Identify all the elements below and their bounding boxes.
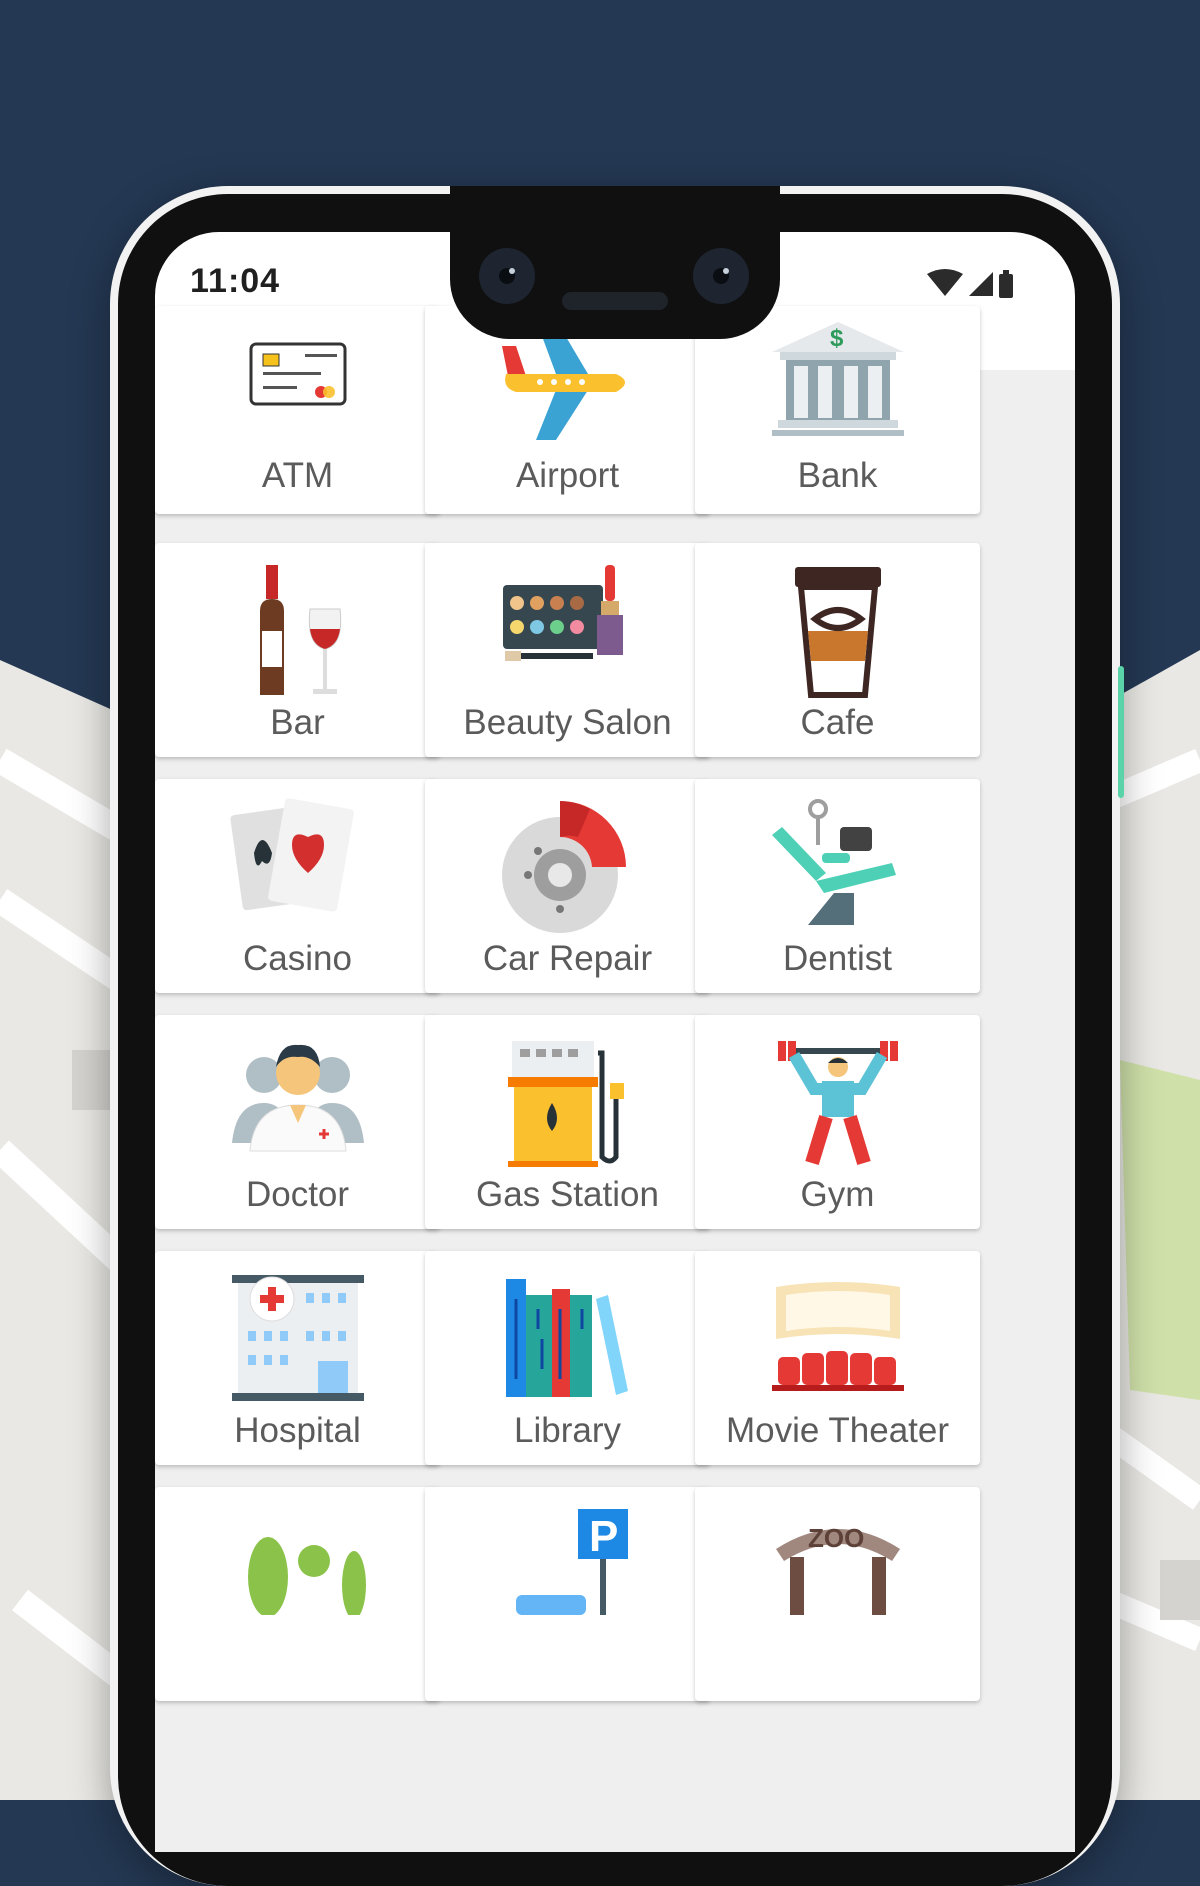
front-sensor-icon	[693, 248, 749, 304]
place-label: Beauty Salon	[463, 703, 672, 742]
doctor-icon	[155, 1033, 440, 1173]
place-label: Gym	[800, 1175, 875, 1214]
dental-chair-icon	[695, 797, 980, 937]
bank-building-icon: $	[695, 316, 980, 456]
books-icon	[425, 1269, 710, 1409]
brake-disc-icon	[425, 797, 710, 937]
place-tile-casino[interactable]: Casino	[155, 779, 440, 993]
place-label: Doctor	[245, 1175, 350, 1214]
place-tile-bar[interactable]: Bar	[155, 543, 440, 757]
phone-screen: ATM Airport $ Bank Bar Beauty Salon Cafe Casino…	[155, 232, 1075, 1852]
front-camera-icon	[479, 248, 535, 304]
place-label: ATM	[261, 456, 334, 495]
place-label: Hospital	[234, 1411, 361, 1450]
parking-sign-icon: P	[425, 1505, 710, 1645]
wine-bottle-glass-icon	[155, 561, 440, 701]
coffee-cup-icon	[695, 561, 980, 701]
place-tile-bank[interactable]: $ Bank	[695, 306, 980, 514]
status-time: 11:04	[190, 262, 281, 300]
zoo-gate-icon: ZOO	[695, 1505, 980, 1645]
place-tile-dentist[interactable]: Dentist	[695, 779, 980, 993]
fuel-pump-icon	[425, 1033, 710, 1173]
battery-icon	[999, 274, 1013, 298]
place-label: Cafe	[800, 703, 875, 742]
hospital-building-icon	[155, 1269, 440, 1409]
place-tile-gas-station[interactable]: Gas Station	[425, 1015, 710, 1229]
place-tile-item-17[interactable]: P	[425, 1487, 710, 1701]
svg-text:$: $	[830, 325, 844, 352]
place-label: Gas Station	[476, 1175, 659, 1214]
place-tile-cafe[interactable]: Cafe	[695, 543, 980, 757]
wifi-icon	[927, 269, 963, 296]
place-tile-gym[interactable]: Gym	[695, 1015, 980, 1229]
place-tile-atm[interactable]: ATM	[155, 306, 440, 514]
place-tile-hospital[interactable]: Hospital	[155, 1251, 440, 1465]
makeup-palette-icon	[425, 561, 710, 701]
place-tile-movie-theater[interactable]: Movie Theater	[695, 1251, 980, 1465]
place-label: Airport	[515, 456, 620, 495]
earpiece-speaker	[562, 292, 668, 310]
place-tile-item-18[interactable]: ZOO	[695, 1487, 980, 1701]
place-label: Library	[514, 1411, 621, 1450]
credit-card-icon	[155, 316, 440, 456]
place-tile-library[interactable]: Library	[425, 1251, 710, 1465]
place-label: Bar	[270, 703, 325, 742]
place-tile-item-16[interactable]	[155, 1487, 440, 1701]
place-label: Bank	[797, 456, 878, 495]
place-tile-beauty-salon[interactable]: Beauty Salon	[425, 543, 710, 757]
place-label: Dentist	[783, 939, 892, 978]
place-label: Car Repair	[482, 939, 653, 978]
status-icons	[927, 269, 1013, 298]
place-tile-doctor[interactable]: Doctor	[155, 1015, 440, 1229]
cellular-signal-icon	[969, 272, 993, 296]
place-tile-car-repair[interactable]: Car Repair	[425, 779, 710, 993]
weightlifter-icon	[695, 1033, 980, 1173]
park-trees-icon	[155, 1505, 440, 1645]
power-button	[1118, 666, 1124, 798]
playing-cards-icon	[155, 797, 440, 937]
svg-text:ZOO: ZOO	[808, 1523, 864, 1553]
cinema-screen-icon	[695, 1269, 980, 1409]
svg-text:P: P	[589, 1512, 618, 1561]
place-label: Casino	[243, 939, 352, 978]
place-label: Movie Theater	[725, 1411, 950, 1450]
